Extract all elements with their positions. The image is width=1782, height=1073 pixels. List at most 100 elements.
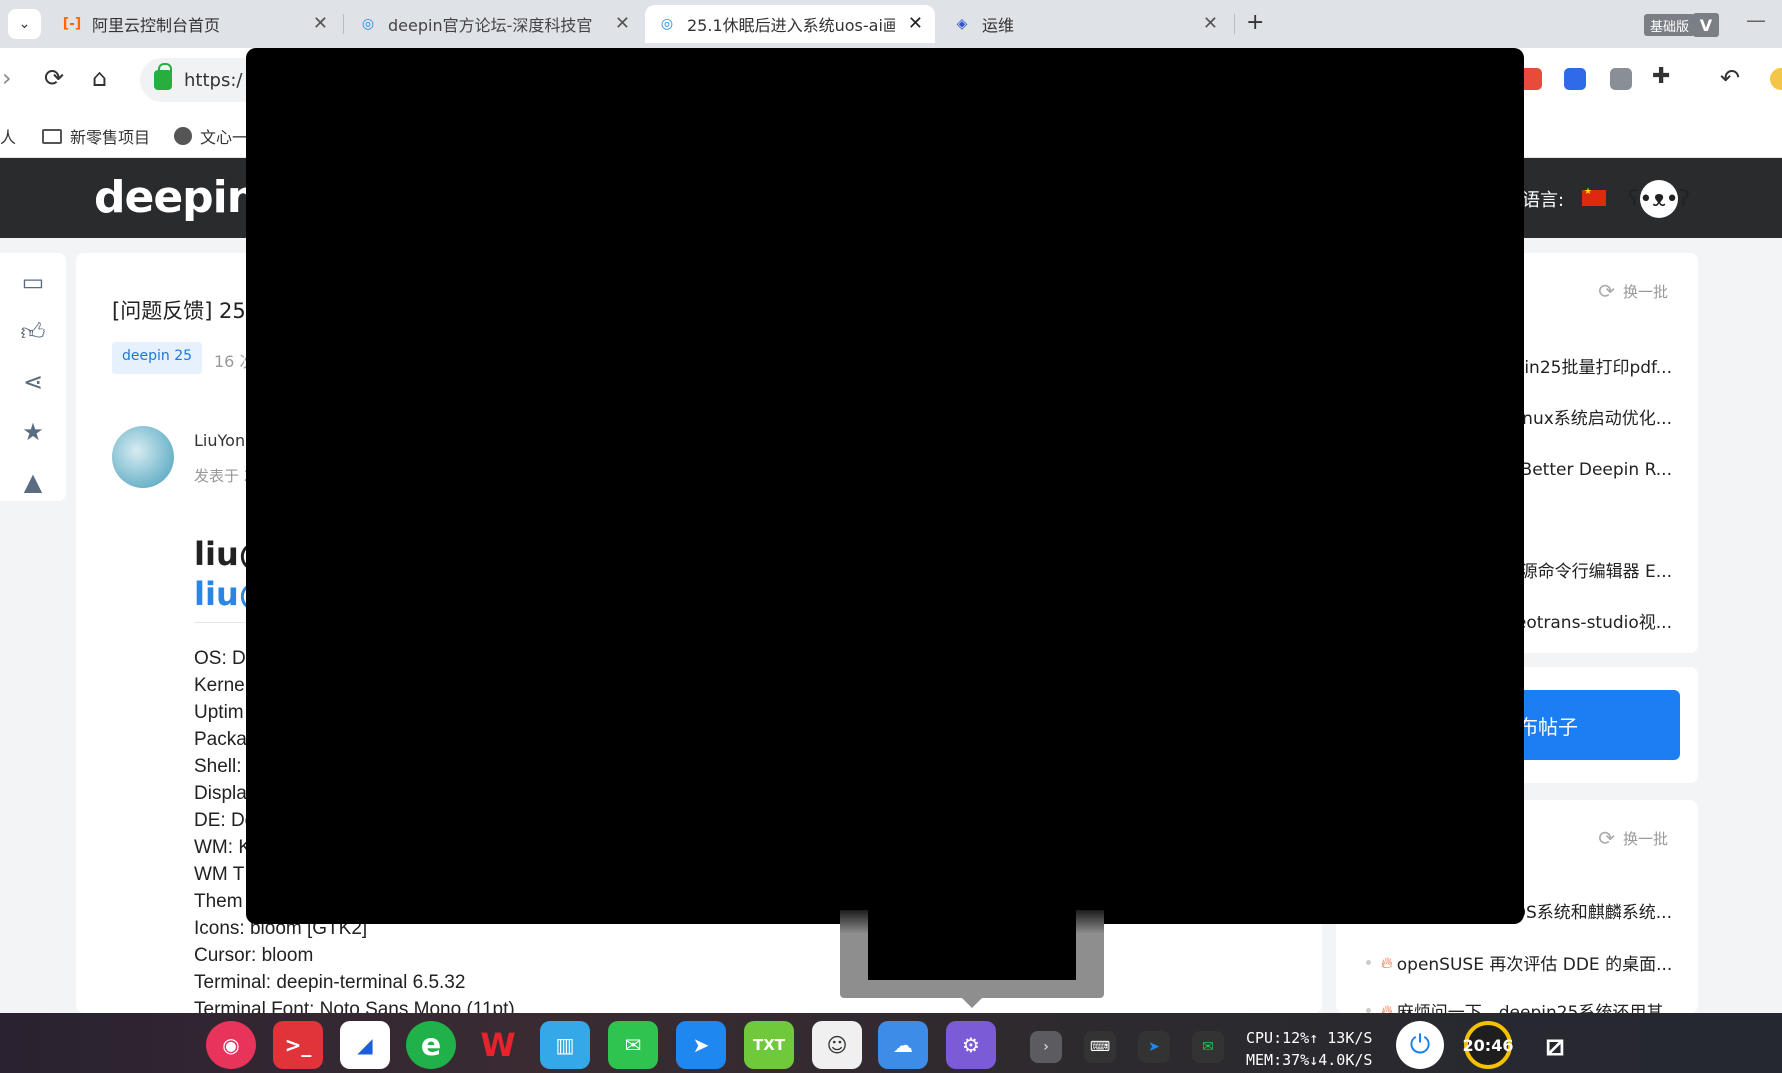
wechat-app-icon[interactable]: ✉ bbox=[608, 1021, 658, 1069]
close-icon[interactable]: ✕ bbox=[908, 13, 923, 34]
china-flag-icon[interactable] bbox=[1582, 187, 1606, 206]
feishu-app-icon[interactable]: ◢ bbox=[340, 1021, 390, 1069]
url-text: https:/ bbox=[184, 69, 243, 91]
app-glyph: >_ bbox=[284, 1033, 312, 1057]
post-link[interactable]: OS系统和麒麟系统... bbox=[1513, 898, 1672, 923]
tab-separator bbox=[343, 14, 344, 34]
text-editor-app-icon[interactable]: TXT bbox=[744, 1021, 794, 1069]
refresh-button[interactable]: ⟳ 换一批 bbox=[1598, 826, 1668, 850]
tray-dingtalk-icon[interactable]: ➤ bbox=[1138, 1031, 1170, 1063]
tab-title: 运维 bbox=[982, 16, 1015, 35]
keyboard-icon[interactable]: ⌨ bbox=[1084, 1031, 1116, 1063]
home-icon[interactable]: ⌂ bbox=[92, 64, 107, 92]
profile-icon[interactable] bbox=[1770, 68, 1782, 90]
refresh-button[interactable]: ⟳ 换一批 bbox=[1598, 279, 1668, 303]
bookmark-folder[interactable]: 新零售项目 bbox=[42, 124, 150, 148]
tab-current-post[interactable]: ◎ 25.1休眠后进入系统uos-ai画屏 ✕ bbox=[645, 5, 935, 43]
system-monitor[interactable]: CPU:12%↑ 13K/S MEM:37%↓4.0K/S bbox=[1246, 1027, 1372, 1071]
cpu-readout: CPU:12%↑ 13K/S bbox=[1246, 1029, 1373, 1047]
multitask-icon[interactable]: ⧄ bbox=[1530, 1021, 1580, 1069]
tab-title: deepin官方论坛-深度科技官网 bbox=[388, 16, 593, 35]
tray-expand-icon[interactable]: › bbox=[1030, 1031, 1062, 1063]
post-tag[interactable]: deepin 25 bbox=[112, 342, 203, 374]
bear-icon: ʕ•ᴥ•ʔ bbox=[1628, 187, 1690, 212]
post-link[interactable]: 开源命令行编辑器 E... bbox=[1504, 557, 1672, 582]
dock-preview-shadow bbox=[840, 904, 1104, 934]
app-glyph: W bbox=[480, 1026, 516, 1064]
fire-icon: 🔥︎ bbox=[1381, 952, 1393, 972]
fire-icon: 🔥︎ bbox=[1381, 1000, 1393, 1014]
forward-icon[interactable]: › bbox=[2, 64, 12, 92]
tab-deepin-forum[interactable]: ◎ deepin官方论坛-深度科技官网 ✕ bbox=[346, 5, 642, 43]
close-icon[interactable]: ✕ bbox=[313, 13, 328, 34]
black-window-overlay bbox=[246, 48, 1524, 924]
archive-app-icon[interactable]: ▥ bbox=[540, 1021, 590, 1069]
star-icon[interactable]: ★ bbox=[20, 418, 46, 446]
language-label: 语言: bbox=[1522, 190, 1565, 211]
settings-app-icon[interactable]: ⚙ bbox=[946, 1021, 996, 1069]
app-glyph: e bbox=[420, 1027, 442, 1063]
minimize-icon[interactable]: — bbox=[1746, 8, 1766, 32]
power-icon[interactable]: ⏻ bbox=[1396, 1021, 1444, 1069]
bookmark-item[interactable]: 文心一 bbox=[174, 124, 248, 148]
info-line: Cursor: bloom bbox=[194, 945, 314, 966]
bookmark-item[interactable]: 人 bbox=[0, 124, 16, 148]
post-link-text: 麻烦问一下，deepin25系统还用其... bbox=[1396, 1003, 1680, 1013]
reload-icon[interactable]: ⟳ bbox=[44, 64, 64, 92]
undo-icon[interactable]: ↶ bbox=[1720, 64, 1740, 92]
post-link[interactable]: pin25批量打印pdf... bbox=[1514, 353, 1672, 378]
tab-separator bbox=[1234, 14, 1235, 34]
comment-icon[interactable]: ▭ bbox=[20, 268, 46, 296]
tab-ops[interactable]: ◈ 运维 ✕ bbox=[940, 5, 1230, 43]
squirrel-app-icon[interactable]: ☺ bbox=[812, 1021, 862, 1069]
sinopec-chat-app-icon[interactable]: ☁ bbox=[878, 1021, 928, 1069]
refresh-icon: ⟳ bbox=[1598, 279, 1615, 303]
post-link[interactable]: 】Better Deepin R... bbox=[1504, 455, 1672, 480]
close-icon[interactable]: ✕ bbox=[615, 13, 630, 34]
close-icon[interactable]: ✕ bbox=[1203, 13, 1218, 34]
extension-blue-icon[interactable] bbox=[1564, 68, 1586, 90]
refresh-icon: ⟳ bbox=[1598, 826, 1615, 850]
thumbs-up-icon[interactable]: 👍︎ bbox=[20, 318, 46, 346]
post-link[interactable]: nux系统启动优化... bbox=[1522, 404, 1672, 429]
vip-badge[interactable]: V bbox=[1693, 13, 1719, 37]
wps-app-icon[interactable]: W bbox=[473, 1021, 523, 1069]
app-glyph: ☺ bbox=[826, 1033, 848, 1057]
launcher-app-icon[interactable]: ◉ bbox=[206, 1021, 256, 1069]
info-line: Terminal Font: Noto Sans Mono (11pt) bbox=[194, 999, 515, 1013]
tab-title: 阿里云控制台首页 bbox=[92, 16, 221, 35]
aliyun-icon: [-] bbox=[62, 16, 82, 32]
author-avatar[interactable] bbox=[112, 426, 174, 488]
post-link-text: openSUSE 再次评估 DDE 的桌面... bbox=[1396, 955, 1673, 975]
post-date: 发表于 2 bbox=[194, 467, 254, 485]
clock-widget[interactable]: 20:46 bbox=[1463, 1021, 1513, 1069]
post-link[interactable]: deotrans-studio视... bbox=[1505, 608, 1672, 633]
edition-badge[interactable]: 基础版 bbox=[1644, 14, 1696, 36]
app-glyph: TXT bbox=[752, 1036, 786, 1054]
puzzle-icon[interactable]: ✚ bbox=[1652, 64, 1670, 89]
bullet bbox=[1366, 960, 1371, 965]
hot-post-link[interactable]: 🔥︎ 麻烦问一下，deepin25系统还用其... bbox=[1366, 998, 1680, 1013]
dingtalk-app-icon[interactable]: ➤ bbox=[676, 1021, 726, 1069]
extension-grey-icon[interactable] bbox=[1610, 68, 1632, 90]
folder-icon bbox=[42, 128, 62, 144]
app-glyph: ◉ bbox=[222, 1033, 240, 1057]
deepin-icon: ◎ bbox=[361, 16, 375, 32]
app-glyph: ➤ bbox=[692, 1033, 710, 1057]
share-icon[interactable]: ⋖ bbox=[20, 368, 46, 396]
tab-aliyun-console[interactable]: [-] 阿里云控制台首页 ✕ bbox=[50, 5, 340, 43]
author-name[interactable]: LiuYon bbox=[194, 431, 245, 450]
user-avatar[interactable]: ʕ•ᴥ•ʔ bbox=[1628, 180, 1690, 218]
post-title: [问题反馈] 25 bbox=[112, 299, 246, 323]
tab-list-dropdown-button[interactable]: ⌄ bbox=[8, 9, 41, 39]
tab-title: 25.1休眠后进入系统uos-ai画屏 bbox=[687, 16, 895, 35]
new-tab-button[interactable]: + bbox=[1246, 10, 1264, 35]
tray-wechat-icon[interactable]: ✉ bbox=[1192, 1031, 1224, 1063]
edge-app-icon[interactable]: e bbox=[406, 1021, 456, 1069]
terminal-app-icon[interactable]: >_ bbox=[273, 1021, 323, 1069]
refresh-label: 换一批 bbox=[1622, 829, 1668, 848]
warning-icon[interactable]: ▲ bbox=[20, 468, 46, 496]
deepin-logo[interactable]: deepin bbox=[94, 172, 258, 223]
browser-tab-strip: ⌄ [-] 阿里云控制台首页 ✕ ◎ deepin官方论坛-深度科技官网 ✕ ◎… bbox=[0, 0, 1782, 48]
hot-post-link[interactable]: 🔥︎ openSUSE 再次评估 DDE 的桌面... bbox=[1366, 950, 1672, 975]
